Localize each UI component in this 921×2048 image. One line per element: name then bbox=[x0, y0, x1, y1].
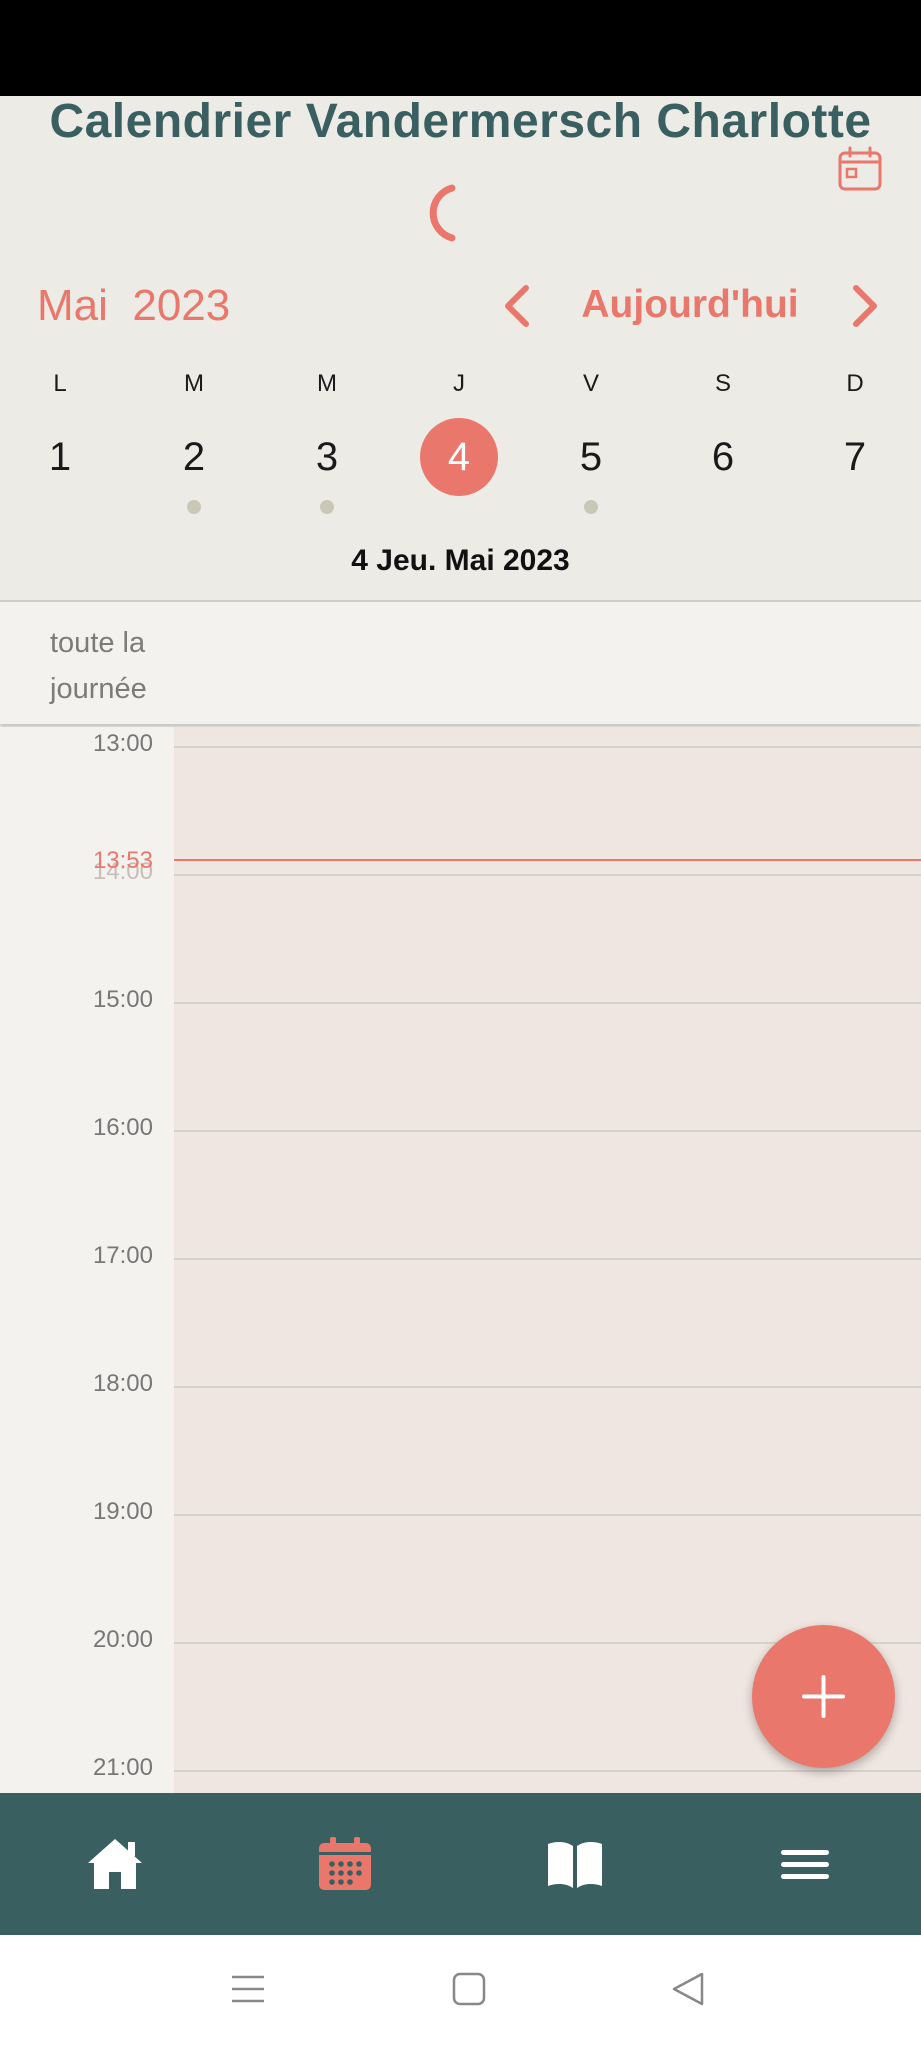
day-cell[interactable]: 2 bbox=[128, 418, 260, 496]
weekday-label: D bbox=[846, 370, 864, 397]
loading-spinner-icon bbox=[424, 182, 478, 244]
day-cell-selected[interactable]: 4 bbox=[393, 418, 525, 496]
all-day-label: toute la journée bbox=[50, 627, 147, 705]
hour-label: 15:00 bbox=[92, 986, 153, 1013]
day-cell[interactable]: 3 bbox=[261, 418, 393, 496]
status-bar bbox=[0, 0, 921, 96]
hour-label: 17:00 bbox=[92, 1242, 153, 1269]
weekday-label: L bbox=[53, 370, 67, 397]
weekday-row: L M M J V S D bbox=[0, 370, 921, 400]
nav-home[interactable] bbox=[0, 1793, 230, 1935]
add-event-button[interactable] bbox=[752, 1625, 895, 1768]
month-label[interactable]: Mai 2023 bbox=[37, 281, 230, 331]
page-title: Calendrier Vandermersch Charlotte bbox=[49, 95, 872, 148]
weekday-label: M bbox=[317, 370, 337, 397]
event-indicator-dot bbox=[584, 500, 598, 514]
hour-label: 20:00 bbox=[92, 1626, 153, 1653]
home-system-icon[interactable] bbox=[451, 1971, 487, 2012]
day-cell[interactable]: 1 bbox=[0, 418, 126, 496]
current-time-line bbox=[174, 859, 921, 861]
hour-line bbox=[174, 1130, 921, 1132]
day-cell[interactable]: 6 bbox=[657, 418, 789, 496]
event-indicator-dot bbox=[187, 500, 201, 514]
plus-icon bbox=[802, 1675, 845, 1718]
selected-date-label: 4 Jeu. Mai 2023 bbox=[351, 544, 570, 577]
back-icon[interactable] bbox=[670, 1971, 706, 2012]
calendar-header bbox=[0, 96, 921, 601]
chevron-right-icon[interactable] bbox=[850, 284, 882, 328]
hour-label: 21:00 bbox=[92, 1754, 153, 1781]
current-time-label: 13:53 bbox=[92, 847, 153, 874]
hour-label: 16:00 bbox=[92, 1114, 153, 1141]
weekday-label: J bbox=[453, 370, 465, 397]
day-number-row: 1 2 3 4 5 6 7 bbox=[0, 418, 921, 498]
day-cell[interactable]: 7 bbox=[789, 418, 921, 496]
nav-notebook[interactable] bbox=[460, 1793, 690, 1935]
today-button[interactable]: Aujourd'hui bbox=[575, 283, 805, 327]
hour-line bbox=[174, 1386, 921, 1388]
day-timeline[interactable]: 13:00 14:00 15:00 16:00 17:00 18:00 19:0… bbox=[0, 727, 921, 1793]
menu-icon bbox=[781, 1850, 829, 1879]
home-icon bbox=[88, 1839, 142, 1889]
system-navigation-bar bbox=[0, 1935, 921, 2048]
nav-menu[interactable] bbox=[690, 1793, 920, 1935]
nav-calendar[interactable] bbox=[230, 1793, 460, 1935]
weekday-label: S bbox=[714, 370, 731, 397]
hour-label: 13:00 bbox=[92, 730, 153, 757]
calendar-picker-icon[interactable] bbox=[837, 146, 883, 192]
recent-apps-icon[interactable] bbox=[230, 1971, 266, 2012]
chevron-left-icon[interactable] bbox=[500, 284, 532, 328]
hour-line bbox=[174, 746, 921, 748]
hour-line bbox=[174, 874, 921, 876]
day-cell[interactable]: 5 bbox=[525, 418, 657, 496]
hour-line bbox=[174, 1770, 921, 1772]
bottom-navigation bbox=[0, 1793, 921, 1935]
hour-line bbox=[174, 1514, 921, 1516]
weekday-label: M bbox=[184, 370, 204, 397]
hour-line bbox=[174, 1258, 921, 1260]
hour-label: 19:00 bbox=[92, 1498, 153, 1525]
hour-label: 18:00 bbox=[92, 1370, 153, 1397]
hour-line bbox=[174, 1002, 921, 1004]
book-icon bbox=[548, 1841, 602, 1888]
event-indicator-dot bbox=[320, 500, 334, 514]
weekday-label: V bbox=[582, 370, 599, 397]
calendar-icon bbox=[319, 1837, 371, 1890]
all-day-section[interactable]: toute la journée bbox=[0, 602, 921, 724]
